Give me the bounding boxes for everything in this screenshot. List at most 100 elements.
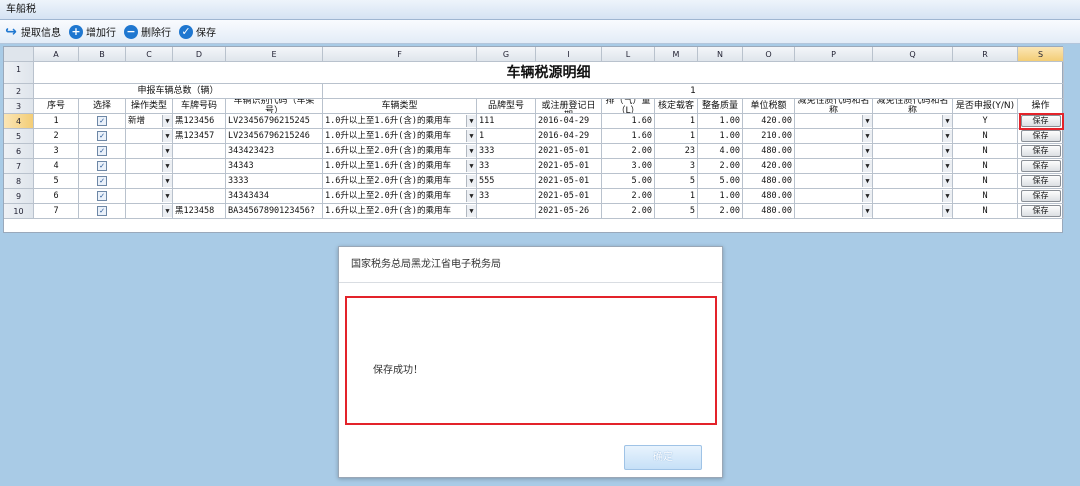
reduction-code-select-2[interactable]: ▼ [873,144,953,159]
reduction-code-select-2[interactable]: ▼ [873,204,953,219]
operation-type-select[interactable]: ▼ [126,144,173,159]
reduction-code-select-2[interactable]: ▼ [873,129,953,144]
plate-cell[interactable] [173,189,226,204]
reduction-code-select-1[interactable]: ▼ [795,174,873,189]
chevron-down-icon[interactable]: ▼ [162,130,172,142]
declare-flag-cell[interactable]: N [953,159,1018,174]
chevron-down-icon[interactable]: ▼ [862,190,872,202]
vehicle-type-select[interactable]: 1.0升以上至1.6升(含)的乘用车 ▼ [323,129,477,144]
column-header[interactable]: G [477,47,536,62]
row-save-button[interactable]: 保存 [1020,160,1061,172]
chevron-down-icon[interactable]: ▼ [942,115,952,127]
declare-flag-cell[interactable]: N [953,144,1018,159]
row-select-checkbox[interactable]: ✓ [97,176,107,186]
column-header[interactable]: L [602,47,655,62]
plate-cell[interactable]: 黑123456 [173,114,226,129]
operation-type-select[interactable]: ▼ [126,159,173,174]
displacement-cell[interactable]: 2.00 [602,189,655,204]
seats-cell[interactable]: 23 [655,144,698,159]
vin-cell[interactable]: LV23456796215246 [226,129,323,144]
chevron-down-icon[interactable]: ▼ [466,205,476,217]
column-header[interactable]: F [323,47,477,62]
displacement-cell[interactable]: 2.00 [602,204,655,219]
displacement-cell[interactable]: 1.60 [602,129,655,144]
reduction-code-select-1[interactable]: ▼ [795,189,873,204]
row-select-checkbox[interactable]: ✓ [97,116,107,126]
vehicle-type-select[interactable]: 1.6升以上至2.0升(含)的乘用车 ▼ [323,204,477,219]
vin-cell[interactable]: 34343 [226,159,323,174]
date-cell[interactable]: 2021-05-26 [536,204,602,219]
date-cell[interactable]: 2016-04-29 [536,114,602,129]
mass-cell[interactable]: 5.00 [698,174,743,189]
column-header[interactable]: E [226,47,323,62]
plate-cell[interactable]: 黑123457 [173,129,226,144]
reduction-code-select-1[interactable]: ▼ [795,129,873,144]
row-save-button[interactable]: 保存 [1020,145,1061,157]
row-save-button[interactable]: 保存 [1020,130,1061,142]
operation-type-select[interactable]: ▼ [126,129,173,144]
chevron-down-icon[interactable]: ▼ [942,175,952,187]
seats-cell[interactable]: 1 [655,189,698,204]
chevron-down-icon[interactable]: ▼ [942,145,952,157]
vehicle-type-select[interactable]: 1.0升以上至1.6升(含)的乘用车 ▼ [323,159,477,174]
declare-flag-cell[interactable]: N [953,204,1018,219]
displacement-cell[interactable]: 5.00 [602,174,655,189]
displacement-cell[interactable]: 1.60 [602,114,655,129]
chevron-down-icon[interactable]: ▼ [862,160,872,172]
column-header[interactable]: C [126,47,173,62]
chevron-down-icon[interactable]: ▼ [862,145,872,157]
row-header[interactable]: 8 [4,174,34,189]
date-cell[interactable]: 2021-05-01 [536,174,602,189]
row-header[interactable]: 5 [4,129,34,144]
vin-cell[interactable]: BA34567890123456? [226,204,323,219]
seats-cell[interactable]: 3 [655,159,698,174]
row-header[interactable]: 2 [4,84,34,99]
chevron-down-icon[interactable]: ▼ [862,130,872,142]
chevron-down-icon[interactable]: ▼ [162,175,172,187]
row-save-button[interactable]: 保存 [1020,205,1061,217]
mass-cell[interactable]: 1.00 [698,129,743,144]
row-header[interactable]: 3 [4,99,34,114]
vehicle-type-select[interactable]: 1.0升以上至1.6升(含)的乘用车 ▼ [323,114,477,129]
row-header[interactable]: 4 [4,114,34,129]
brand-cell[interactable] [477,204,536,219]
vin-cell[interactable]: 3333 [226,174,323,189]
declare-flag-cell[interactable]: N [953,174,1018,189]
chevron-down-icon[interactable]: ▼ [862,205,872,217]
chevron-down-icon[interactable]: ▼ [466,130,476,142]
plate-cell[interactable]: 黑123458 [173,204,226,219]
mass-cell[interactable]: 2.00 [698,204,743,219]
column-header[interactable]: M [655,47,698,62]
brand-cell[interactable]: 555 [477,174,536,189]
brand-cell[interactable]: 111 [477,114,536,129]
seats-cell[interactable]: 5 [655,204,698,219]
operation-type-select[interactable]: ▼ [126,189,173,204]
vehicle-type-select[interactable]: 1.6升以上至2.0升(含)的乘用车 ▼ [323,144,477,159]
brand-cell[interactable]: 1 [477,129,536,144]
plate-cell[interactable] [173,144,226,159]
operation-type-select[interactable]: ▼ [126,174,173,189]
row-select-checkbox[interactable]: ✓ [97,206,107,216]
displacement-cell[interactable]: 2.00 [602,144,655,159]
chevron-down-icon[interactable]: ▼ [162,160,172,172]
reduction-code-select-1[interactable]: ▼ [795,159,873,174]
row-header[interactable]: 9 [4,189,34,204]
plate-cell[interactable] [173,159,226,174]
chevron-down-icon[interactable]: ▼ [162,115,172,127]
row-select-checkbox[interactable]: ✓ [97,161,107,171]
brand-cell[interactable]: 333 [477,144,536,159]
chevron-down-icon[interactable]: ▼ [162,145,172,157]
vehicle-type-select[interactable]: 1.6升以上至2.0升(含)的乘用车 ▼ [323,174,477,189]
delete-row-button[interactable]: − 删除行 [124,24,171,39]
extract-info-button[interactable]: ↪ 提取信息 [4,24,61,40]
column-header[interactable]: S [1018,47,1064,62]
declare-flag-cell[interactable]: N [953,189,1018,204]
chevron-down-icon[interactable]: ▼ [466,115,476,127]
mass-cell[interactable]: 4.00 [698,144,743,159]
chevron-down-icon[interactable]: ▼ [862,175,872,187]
row-save-button[interactable]: 保存 [1020,190,1061,202]
column-header[interactable]: R [953,47,1018,62]
declare-flag-cell[interactable]: N [953,129,1018,144]
seats-cell[interactable]: 1 [655,114,698,129]
vin-cell[interactable]: LV23456796215245 [226,114,323,129]
